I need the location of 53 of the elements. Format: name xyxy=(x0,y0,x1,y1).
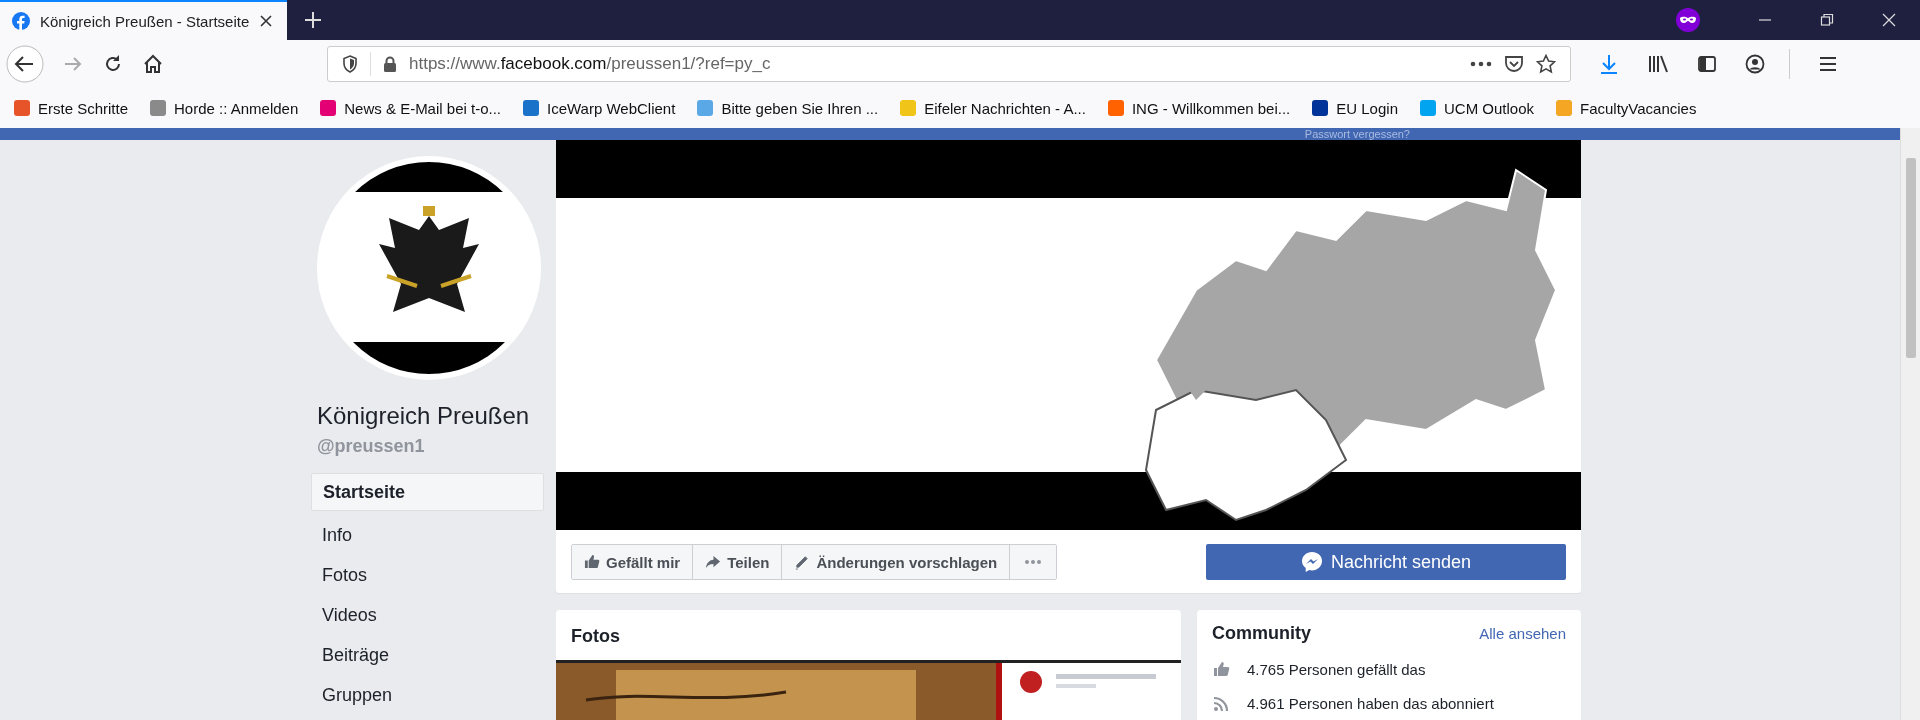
lock-icon xyxy=(383,56,397,72)
bookmark[interactable]: Eifeler Nachrichten - A... xyxy=(900,99,1086,117)
scrollbar-thumb[interactable] xyxy=(1905,158,1916,358)
menu-icon[interactable] xyxy=(1818,55,1838,73)
private-mask-icon xyxy=(1676,8,1700,32)
star-icon[interactable] xyxy=(1536,54,1556,74)
bookmark[interactable]: UCM Outlook xyxy=(1420,99,1534,117)
community-stat: 4.765 Personen gefällt das xyxy=(1247,660,1426,678)
scrollbar[interactable] xyxy=(1900,128,1920,720)
like-icon xyxy=(584,554,600,570)
nav-item[interactable]: Startseite xyxy=(311,473,544,511)
pencil-icon xyxy=(794,554,811,570)
bookmark[interactable]: IceWarp WebClient xyxy=(523,99,676,117)
browser-tab[interactable]: Königreich Preußen - Startseite xyxy=(0,0,288,40)
restore-icon[interactable] xyxy=(1820,13,1834,27)
send-message-button[interactable]: Nachricht senden xyxy=(1206,544,1566,580)
back-icon[interactable] xyxy=(6,45,44,83)
page-name: Königreich Preußen xyxy=(317,402,531,430)
nav-item[interactable]: Gruppen xyxy=(311,675,544,715)
card-title: Community xyxy=(1212,623,1311,644)
see-all-link[interactable]: Alle ansehen xyxy=(1479,625,1566,642)
card-title: Fotos xyxy=(570,625,621,648)
nav-item[interactable]: Videos xyxy=(311,595,544,635)
bookmark[interactable]: ING - Willkommen bei... xyxy=(1107,99,1291,117)
account-icon[interactable] xyxy=(1745,54,1765,74)
address-bar[interactable]: https://www.facebook.com/preussen1/?ref=py_c xyxy=(327,46,1571,82)
action-button[interactable]: Gefällt mir xyxy=(572,545,694,579)
home-icon[interactable] xyxy=(142,53,164,75)
share-icon xyxy=(705,554,722,570)
more-icon[interactable] xyxy=(1470,60,1492,68)
nav-item[interactable]: Info xyxy=(311,515,544,555)
bookmark[interactable]: FacultyVacancies xyxy=(1556,99,1697,117)
bookmark[interactable]: Horde :: Anmelden xyxy=(150,99,299,117)
shield-icon xyxy=(342,55,358,73)
bookmark[interactable]: News & E-Mail bei t-o... xyxy=(320,99,501,117)
sidebar-icon[interactable] xyxy=(1697,54,1717,74)
url-text[interactable]: https://www.facebook.com/preussen1/?ref=py_c xyxy=(409,54,771,74)
download-icon[interactable] xyxy=(1599,53,1619,75)
nav-item[interactable]: Fotos xyxy=(311,555,544,595)
close-icon[interactable] xyxy=(259,14,274,28)
bookmark[interactable]: EU Login xyxy=(1312,99,1398,117)
rss-icon xyxy=(1213,694,1230,712)
pocket-icon[interactable] xyxy=(1504,54,1524,74)
bookmark[interactable]: Bitte geben Sie Ihren ... xyxy=(697,99,879,117)
community-stat: 4.961 Personen haben das abonniert xyxy=(1247,694,1494,712)
like-icon xyxy=(1213,660,1230,678)
new-tab-icon[interactable] xyxy=(303,10,324,30)
library-icon[interactable] xyxy=(1647,54,1669,74)
nav-item[interactable]: Beiträge xyxy=(311,635,544,675)
facebook-icon xyxy=(12,12,30,30)
messenger-icon xyxy=(1300,551,1323,573)
more-icon xyxy=(1024,559,1043,565)
bookmark[interactable]: Erste Schritte xyxy=(14,99,129,117)
